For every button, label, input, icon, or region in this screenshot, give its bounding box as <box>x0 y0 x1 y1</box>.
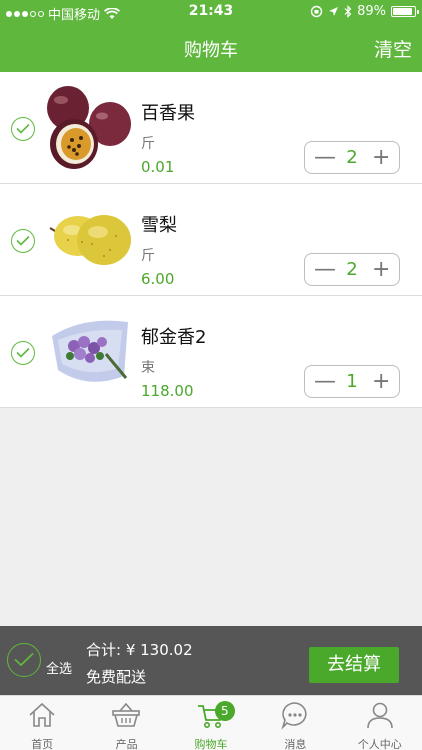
minus-icon[interactable]: — <box>314 146 336 169</box>
tab-home[interactable]: 首页 <box>0 696 84 750</box>
minus-icon[interactable]: — <box>314 370 336 393</box>
basket-icon <box>112 702 141 727</box>
product-price: 6.00 <box>141 270 175 288</box>
user-icon <box>366 702 393 729</box>
quantity-value: 2 <box>346 259 358 280</box>
product-name: 雪梨 <box>141 215 177 236</box>
clear-cart-button[interactable]: 清空 <box>374 35 412 62</box>
item-select-checkbox[interactable] <box>11 117 35 141</box>
tab-profile[interactable]: 个人中心 <box>338 696 422 750</box>
product-unit: 斤 <box>141 248 155 264</box>
checkmark-icon <box>14 652 34 667</box>
cart-item: 百香果 斤 0.01 — 2 + <box>0 72 422 184</box>
checkout-bar: 全选 合计: ¥ 130.02 免费配送 去结算 <box>0 626 422 695</box>
cart-item: 郁金香2 束 118.00 — 1 + <box>0 296 422 408</box>
tab-cart[interactable]: 5 购物车 <box>169 696 253 750</box>
tulip-bouquet-image <box>44 306 132 396</box>
product-unit: 斤 <box>141 136 155 152</box>
tab-bar: 首页 产品 5 购物车 消息 个人中心 <box>0 695 422 750</box>
product-price: 118.00 <box>141 382 194 400</box>
cart-list: 百香果 斤 0.01 — 2 + 雪梨 斤 6.00 — 2 + 郁金香2 束 … <box>0 72 422 408</box>
message-icon <box>281 702 307 730</box>
page-title: 购物车 <box>184 40 238 61</box>
plus-icon[interactable]: + <box>372 370 390 393</box>
cart-count-badge: 5 <box>214 701 235 721</box>
product-price: 0.01 <box>141 158 175 176</box>
passion-fruit-image <box>44 82 132 172</box>
battery-icon <box>391 6 419 17</box>
shipping-info: 免费配送 <box>86 668 147 686</box>
quantity-stepper: — 1 + <box>304 365 400 398</box>
bluetooth-icon <box>344 5 352 18</box>
total-price: 合计: ¥ 130.02 <box>86 641 193 659</box>
status-bar: 中国移动 21:43 89% <box>0 0 422 24</box>
tab-products[interactable]: 产品 <box>84 696 168 750</box>
item-select-checkbox[interactable] <box>11 341 35 365</box>
snow-pear-image <box>44 194 132 284</box>
rotation-lock-icon <box>310 5 323 18</box>
nav-bar: 购物车 清空 <box>0 24 422 72</box>
checkmark-icon <box>16 235 30 246</box>
item-select-checkbox[interactable] <box>11 229 35 253</box>
quantity-value: 2 <box>346 147 358 168</box>
checkmark-icon <box>16 123 30 134</box>
tab-label: 消息 <box>284 738 307 750</box>
plus-icon[interactable]: + <box>372 258 390 281</box>
product-unit: 束 <box>141 360 155 376</box>
tab-label: 个人中心 <box>357 738 402 750</box>
quantity-stepper: — 2 + <box>304 141 400 174</box>
tab-label: 产品 <box>115 738 138 750</box>
plus-icon[interactable]: + <box>372 146 390 169</box>
battery-percent: 89% <box>357 4 386 19</box>
quantity-stepper: — 2 + <box>304 253 400 286</box>
home-icon <box>29 702 55 727</box>
location-arrow-icon <box>329 7 339 16</box>
select-all-checkbox[interactable] <box>7 643 41 677</box>
checkout-button[interactable]: 去结算 <box>309 647 399 683</box>
product-name: 百香果 <box>141 103 195 124</box>
cart-item: 雪梨 斤 6.00 — 2 + <box>0 184 422 296</box>
minus-icon[interactable]: — <box>314 258 336 281</box>
tab-label: 购物车 <box>194 738 228 750</box>
quantity-value: 1 <box>346 371 358 392</box>
select-all-label: 全选 <box>46 662 73 677</box>
tab-messages[interactable]: 消息 <box>253 696 337 750</box>
product-name: 郁金香2 <box>141 327 207 348</box>
tab-label: 首页 <box>31 738 54 750</box>
checkmark-icon <box>16 347 30 358</box>
